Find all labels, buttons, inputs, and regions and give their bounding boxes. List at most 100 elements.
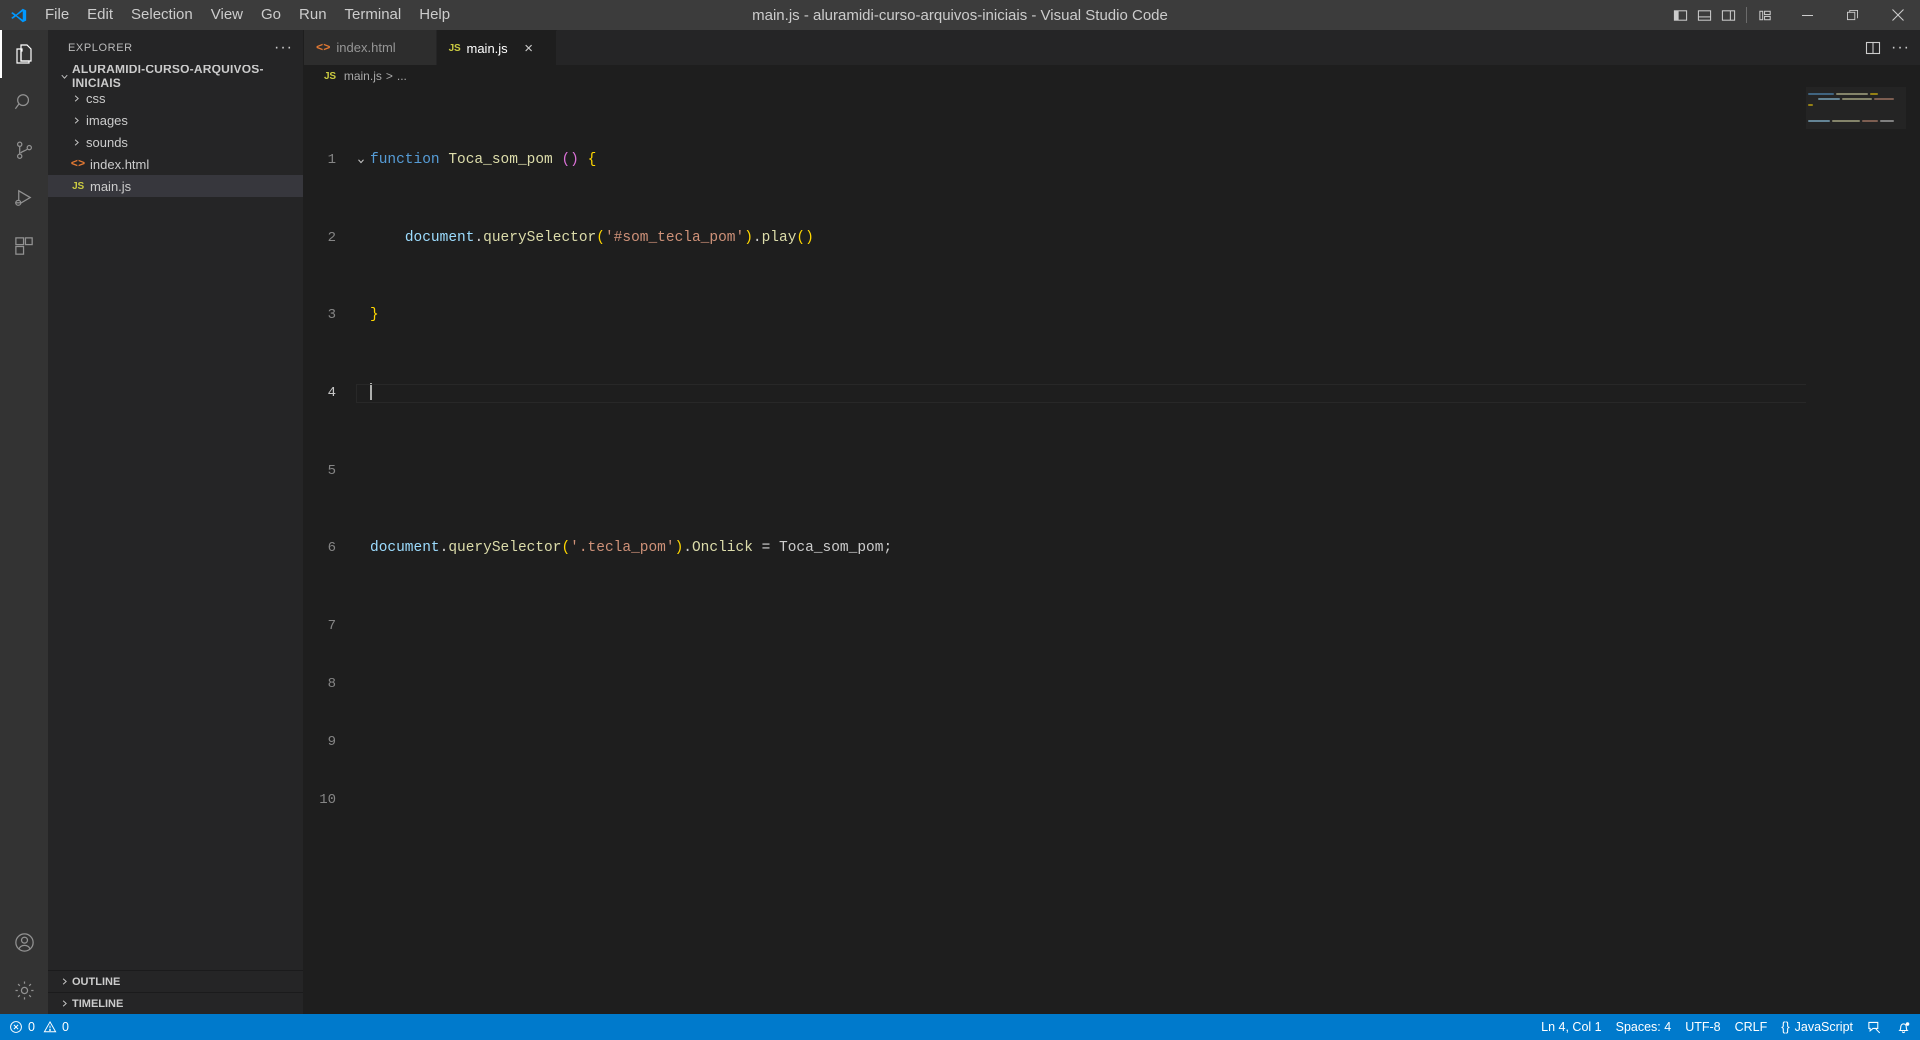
breadcrumb-file[interactable]: main.js: [344, 69, 382, 83]
menu-view[interactable]: View: [202, 0, 252, 30]
tree-root-folder[interactable]: ALURAMIDI-CURSO-ARQUIVOS-INICIAIS: [48, 65, 303, 90]
activity-item-explorer[interactable]: [0, 30, 48, 78]
maximize-button[interactable]: [1830, 0, 1875, 30]
vscode-window: File Edit Selection View Go Run Terminal…: [0, 0, 1920, 1040]
token-method: querySelector: [483, 229, 597, 246]
chevron-right-icon: [68, 93, 84, 104]
code-line: 1 function Toca_som_pom () {: [304, 151, 1920, 170]
status-language-mode[interactable]: {} JavaScript: [1774, 1014, 1860, 1040]
tree-item-css[interactable]: css: [48, 87, 303, 109]
sidebar-title: EXPLORER: [68, 41, 133, 54]
toggle-panel-icon[interactable]: [1692, 0, 1716, 30]
token-paren: ): [570, 152, 579, 169]
code-text: function Toca_som_pom () {: [370, 151, 596, 170]
status-encoding[interactable]: UTF-8: [1678, 1014, 1727, 1040]
menu-selection[interactable]: Selection: [122, 0, 202, 30]
explorer-sidebar: EXPLORER ··· ALURAMIDI-CURSO-ARQUIVOS-IN…: [48, 30, 304, 1014]
tab-close-icon[interactable]: ×: [408, 39, 426, 56]
tree-item-main-js[interactable]: JS main.js: [48, 175, 303, 197]
html-file-icon: <>: [316, 40, 331, 55]
html-file-icon: <>: [70, 157, 86, 171]
tree-item-index-html[interactable]: <> index.html: [48, 153, 303, 175]
code-editor[interactable]: 1 function Toca_som_pom () { 2 document.…: [304, 87, 1920, 1014]
editor-more-actions-icon[interactable]: ···: [1891, 39, 1910, 55]
activity-bar: [0, 30, 48, 1014]
line-number: 5: [327, 462, 336, 479]
tree-item-label: sounds: [86, 134, 128, 150]
run-debug-icon: [13, 187, 36, 210]
status-eol[interactable]: CRLF: [1728, 1014, 1775, 1040]
token-property: Onclick: [691, 540, 753, 557]
activity-item-run-and-debug[interactable]: [0, 174, 48, 222]
status-bar: 0 0 Ln 4, Col 1 Spaces: 4 UTF-8 CRLF {} …: [0, 1014, 1920, 1040]
minimize-button[interactable]: [1785, 0, 1830, 30]
token-function-name: Toca_som_pom: [448, 152, 553, 169]
token-variable: document: [370, 540, 440, 557]
tab-main-js[interactable]: JS main.js ×: [436, 30, 557, 65]
chevron-right-icon: [68, 115, 84, 126]
tree-item-label: css: [86, 90, 106, 106]
breadcrumb-separator: >: [385, 69, 393, 83]
code-line: 10: [304, 791, 1920, 810]
editor-vertical-scrollbar[interactable]: [1906, 87, 1920, 1014]
token-paren: (: [561, 152, 571, 169]
token-operator: =: [761, 540, 771, 557]
breadcrumb: JS main.js > ...: [304, 65, 1920, 87]
workbench-body: EXPLORER ··· ALURAMIDI-CURSO-ARQUIVOS-IN…: [0, 30, 1920, 1014]
tree-item-label: main.js: [90, 178, 132, 194]
code-text: document.querySelector('.tecla_pom').Onc…: [370, 540, 893, 557]
menu-edit[interactable]: Edit: [78, 0, 122, 30]
bell-icon: [1896, 1020, 1911, 1035]
code-content: 1 function Toca_som_pom () { 2 document.…: [304, 87, 1920, 869]
editor-actions: ···: [1865, 30, 1920, 65]
menu-go[interactable]: Go: [252, 0, 290, 30]
fold-chevron-down-icon[interactable]: [356, 117, 370, 205]
line-number: 4: [327, 385, 336, 402]
status-feedback[interactable]: [1860, 1014, 1889, 1040]
activity-item-source-control[interactable]: [0, 126, 48, 174]
file-tree: ALURAMIDI-CURSO-ARQUIVOS-INICIAIS css im…: [48, 65, 303, 970]
tab-close-icon[interactable]: ×: [520, 40, 538, 57]
activity-item-search[interactable]: [0, 78, 48, 126]
sidebar-more-actions-icon[interactable]: ···: [274, 39, 293, 55]
activity-item-manage[interactable]: [0, 966, 48, 1014]
menu-run[interactable]: Run: [290, 0, 336, 30]
tree-item-label: index.html: [90, 156, 150, 172]
tree-item-images[interactable]: images: [48, 109, 303, 131]
toggle-primary-sidebar-icon[interactable]: [1668, 0, 1692, 30]
status-indentation[interactable]: Spaces: 4: [1609, 1014, 1679, 1040]
extensions-icon: [13, 235, 36, 258]
tab-index-html[interactable]: <> index.html ×: [304, 30, 437, 65]
status-cursor-position[interactable]: Ln 4, Col 1: [1534, 1014, 1608, 1040]
code-line: 6 document.querySelector('.tecla_pom').O…: [304, 539, 1920, 558]
close-button[interactable]: [1875, 0, 1920, 30]
customize-layout-icon[interactable]: [1753, 0, 1777, 30]
menu-terminal[interactable]: Terminal: [336, 0, 411, 30]
sidebar-section-timeline[interactable]: TIMELINE: [48, 992, 303, 1014]
minimap-slider[interactable]: [1806, 87, 1906, 129]
token-variable: document: [404, 229, 475, 246]
activity-item-accounts[interactable]: [0, 918, 48, 966]
editor-tab-bar: <> index.html × JS main.js × ···: [304, 30, 1920, 65]
editor-group: <> index.html × JS main.js × ···: [304, 30, 1920, 1014]
token-brace: }: [370, 307, 379, 324]
tree-item-sounds[interactable]: sounds: [48, 131, 303, 153]
menu-file[interactable]: File: [36, 0, 78, 30]
code-line: 2 document.querySelector('#som_tecla_pom…: [304, 229, 1920, 248]
status-problems[interactable]: 0 0: [2, 1014, 76, 1040]
line-number: 8: [327, 676, 336, 693]
chevron-right-icon: [56, 976, 72, 987]
token-identifier: Toca_som_pom: [779, 540, 884, 557]
activity-item-extensions[interactable]: [0, 222, 48, 270]
tree-item-label: images: [86, 112, 128, 128]
status-notifications[interactable]: [1889, 1014, 1918, 1040]
breadcrumb-symbol[interactable]: ...: [397, 69, 407, 83]
token-semicolon: ;: [883, 540, 893, 557]
line-number: 7: [327, 617, 336, 634]
split-editor-icon[interactable]: [1865, 40, 1881, 56]
js-file-icon: JS: [324, 70, 336, 82]
menu-help[interactable]: Help: [410, 0, 459, 30]
sidebar-section-outline[interactable]: OUTLINE: [48, 970, 303, 992]
token-string: '#som_tecla_pom': [604, 229, 745, 246]
toggle-secondary-sidebar-icon[interactable]: [1716, 0, 1740, 30]
